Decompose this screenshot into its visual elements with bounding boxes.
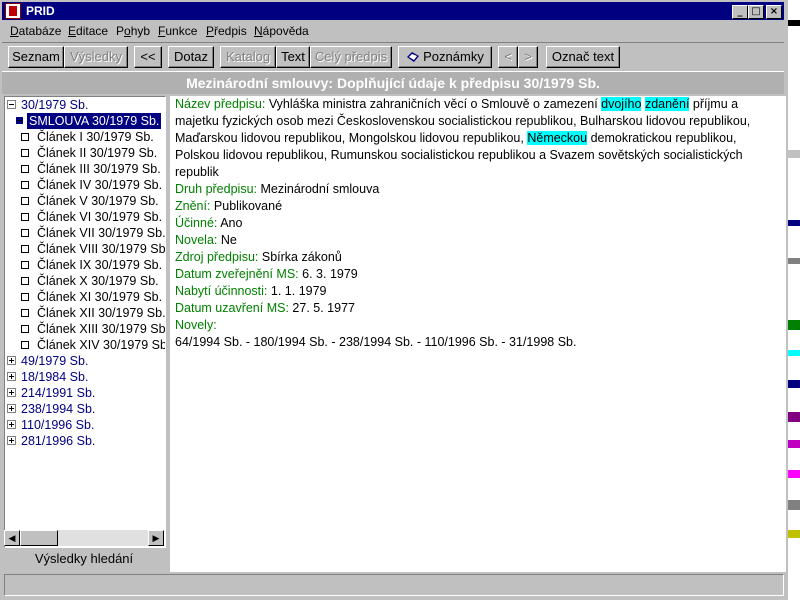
status-bar: [4, 574, 784, 596]
leaf-node-icon: [21, 229, 29, 237]
title-line-1: Název předpisu: Vyhláška ministra zahran…: [175, 97, 739, 111]
scroll-thumb[interactable]: [20, 530, 58, 546]
section-heading: Mezinárodní smlouvy: Doplňující údaje k …: [2, 72, 784, 94]
novely-label: Novely:: [175, 318, 217, 332]
leaf-node-icon: [21, 245, 29, 253]
search-highlight: Německou: [527, 131, 588, 145]
scroll-right-button[interactable]: ▶: [148, 530, 164, 546]
leaf-node-icon: [21, 149, 29, 157]
leaf-node-icon: [21, 309, 29, 317]
leaf-node-icon: [21, 133, 29, 141]
leaf-node-icon: [21, 325, 29, 333]
zdroj-row: Zdroj předpisu: Sbírka zákonů: [175, 250, 342, 264]
back-button[interactable]: <<: [134, 46, 162, 68]
datum-zverejneni-row: Datum zveřejnění MS: 6. 3. 1979: [175, 267, 358, 281]
next-note-button[interactable]: >: [518, 46, 538, 68]
note-icon: [407, 52, 420, 62]
maximize-button[interactable]: □: [748, 5, 764, 19]
menu-predpis[interactable]: Předpis: [206, 24, 247, 38]
leaf-node-icon: [21, 213, 29, 221]
desktop-edge: [788, 0, 800, 600]
title-line-3: Maďarskou lidovou republikou, Mongolskou…: [175, 131, 737, 145]
leaf-node-icon: [21, 261, 29, 269]
minimize-button[interactable]: _: [732, 5, 748, 19]
text-button[interactable]: Text: [276, 46, 310, 68]
nabyti-ucinnosti-row: Nabytí účinnosti: 1. 1. 1979: [175, 284, 327, 298]
oznac-text-button[interactable]: Označ text: [546, 46, 620, 68]
search-highlight: zdanění: [644, 97, 690, 111]
expand-icon[interactable]: [7, 372, 16, 381]
close-button[interactable]: ×: [766, 5, 782, 19]
poznamky-button[interactable]: Poznámky: [398, 46, 492, 68]
document-tree[interactable]: 30/1979 Sb. SMLOUVA 30/1979 Sb. Článek I…: [4, 96, 166, 548]
leaf-node-icon: [21, 341, 29, 349]
expand-icon[interactable]: [7, 420, 16, 429]
menu-napoveda[interactable]: Nápověda: [254, 24, 309, 38]
poznamky-label: Poznámky: [423, 49, 484, 64]
leaf-node-icon: [21, 293, 29, 301]
leaf-node-icon: [21, 165, 29, 173]
collapse-icon[interactable]: [7, 100, 16, 109]
menu-databaze[interactable]: Databáze: [10, 24, 61, 38]
app-window: PRID _ □ × Databáze Editace Pohyb Funkce…: [0, 0, 788, 600]
title-bar[interactable]: PRID _ □ ×: [2, 2, 784, 20]
dotaz-button[interactable]: Dotaz: [168, 46, 214, 68]
search-highlight: dvojího: [601, 97, 642, 111]
zneni-row: Znění: Publikované: [175, 199, 283, 213]
datum-uzavreni-row: Datum uzavření MS: 27. 5. 1977: [175, 301, 355, 315]
tree-horizontal-scrollbar[interactable]: ◀ ▶: [4, 530, 164, 546]
leaf-node-icon: [21, 197, 29, 205]
app-icon[interactable]: [5, 3, 21, 19]
menu-pohyb[interactable]: Pohyb: [116, 24, 150, 38]
document-details-panel[interactable]: Název předpisu: Vyhláška ministra zahran…: [170, 96, 786, 572]
search-results-tab[interactable]: Výsledky hledání: [4, 548, 164, 570]
scroll-left-button[interactable]: ◀: [4, 530, 20, 546]
title-line-2: majetku fyzických osob mezi Českoslovens…: [175, 114, 751, 128]
menu-funkce[interactable]: Funkce: [158, 24, 197, 38]
druh-row: Druh předpisu: Mezinárodní smlouva: [175, 182, 380, 196]
menu-bar: Databáze Editace Pohyb Funkce Předpis Ná…: [2, 22, 784, 41]
leaf-node-icon: [21, 181, 29, 189]
expand-icon[interactable]: [7, 436, 16, 445]
title-line-5: republik: [175, 165, 219, 179]
ucinne-row: Účinné: Ano: [175, 216, 243, 230]
title-line-4: Polskou lidovou republikou, Rumunskou so…: [175, 148, 743, 162]
expand-icon[interactable]: [7, 404, 16, 413]
prev-note-button[interactable]: <: [498, 46, 518, 68]
menu-editace[interactable]: Editace: [68, 24, 108, 38]
window-title: PRID: [26, 4, 55, 18]
novely-list[interactable]: 64/1994 Sb. - 180/1994 Sb. - 238/1994 Sb…: [175, 334, 576, 351]
cely-predpis-button[interactable]: Celý předpis: [310, 46, 392, 68]
katalog-button[interactable]: Katalog: [220, 46, 276, 68]
expand-icon[interactable]: [7, 388, 16, 397]
vysledky-button[interactable]: Výsledky: [64, 46, 128, 68]
novela-row: Novela: Ne: [175, 233, 237, 247]
toolbar: Seznam Výsledky << Dotaz Katalog Text Ce…: [2, 42, 784, 72]
seznam-button[interactable]: Seznam: [8, 46, 64, 68]
leaf-node-icon: [21, 277, 29, 285]
collapse-icon[interactable]: [15, 116, 24, 125]
expand-icon[interactable]: [7, 356, 16, 365]
